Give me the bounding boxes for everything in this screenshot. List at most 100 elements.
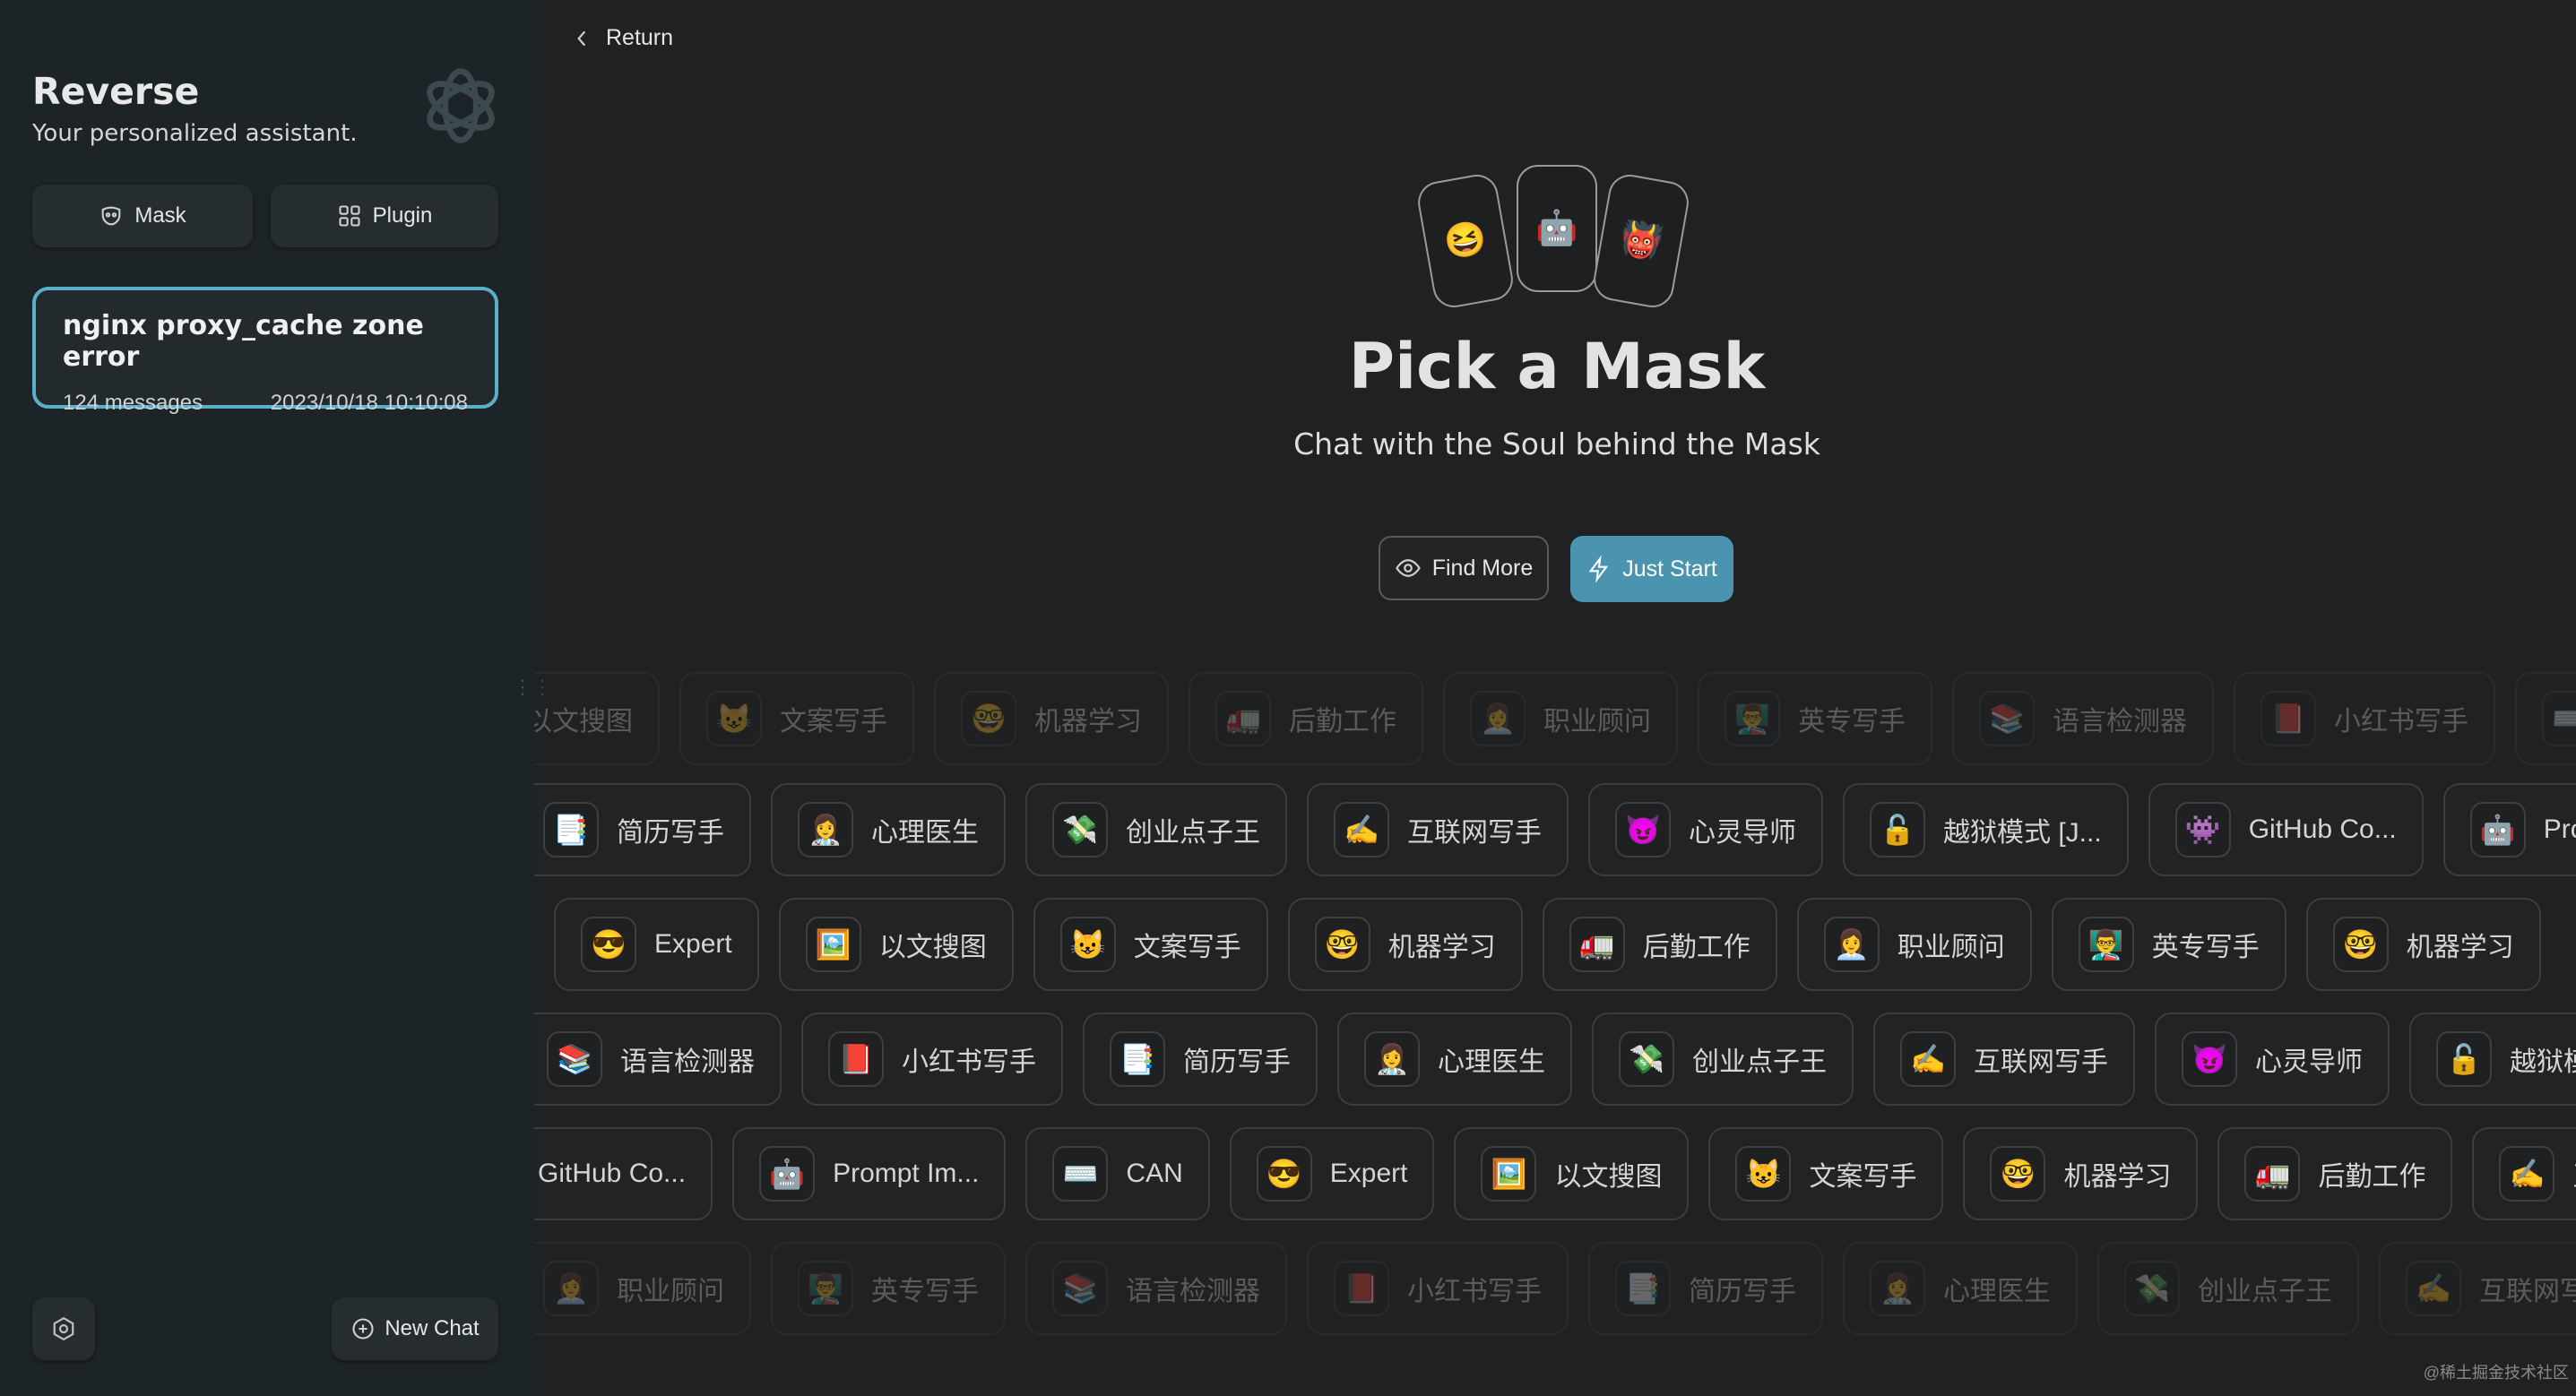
mask-chip[interactable]: 📕 小红书写手 [1307, 1242, 1569, 1335]
mask-chip[interactable]: 😺 文案写手 [1033, 898, 1268, 991]
mask-avatar-icon: 🖼️ [805, 917, 861, 972]
mask-chip-label: 简历写手 [1689, 1277, 1796, 1306]
mask-chip[interactable]: 😈 心灵导师 [2155, 1013, 2390, 1106]
find-more-label: Find More [1431, 555, 1534, 581]
mask-avatar-icon: 👩‍💼 [543, 1261, 599, 1316]
eye-icon [1395, 559, 1421, 577]
mask-chip[interactable]: 📑 简历写手 [1588, 1242, 1823, 1335]
plugin-button[interactable]: Plugin [271, 185, 498, 247]
mask-chip-label: 语言检测器 [1126, 1277, 1260, 1306]
mask-chip[interactable]: 📚 语言检测器 [1952, 672, 2214, 765]
gear-icon [53, 1316, 74, 1341]
chevron-left-icon [577, 30, 586, 46]
mask-chip[interactable]: 🤖 Prompt Im... [732, 1127, 1007, 1220]
mask-avatar-icon: 😈 [2182, 1031, 2237, 1087]
mask-chip[interactable]: 📑 简历写手 [534, 783, 751, 876]
mask-chip[interactable]: ✍️ 互 [2472, 1127, 2576, 1220]
mask-chip-label: 英专写手 [1798, 707, 1906, 737]
mask-chip[interactable]: 💸 创业点子王 [1592, 1013, 1854, 1106]
mask-chip[interactable]: ✍️ 互联网写手 [1873, 1013, 2135, 1106]
mask-chip[interactable]: ✍️ 互联网写手 [2379, 1242, 2576, 1335]
mask-row: 📑 简历写手 👩‍⚕️ 心理医生 💸 创业点子王 ✍️ 互联网写手 😈 心灵导师 🔓 越狱模式 [J.… [534, 783, 2576, 876]
mask-chip-label: Expert [1329, 1159, 1408, 1188]
mask-chip-label: 心理医生 [871, 818, 979, 848]
return-button[interactable]: Return [574, 25, 673, 51]
app-title: Reverse [32, 70, 200, 113]
mask-chip[interactable]: ✍️ 互联网写手 [1307, 783, 1569, 876]
mask-chip-label: 创业点子王 [1126, 818, 1260, 848]
mask-chip[interactable]: 😎 Expert [1229, 1127, 1435, 1220]
mask-chip-label: 以文搜图 [1554, 1162, 1663, 1192]
mask-chip[interactable]: 🤓 机器学习 [2305, 898, 2541, 991]
mask-chip[interactable]: 📑 简历写手 [1083, 1013, 1318, 1106]
mask-chip[interactable]: ⌨️ CAN [1025, 1127, 1210, 1220]
mask-avatar-icon: 📕 [2260, 691, 2316, 746]
mask-button[interactable]: Mask [32, 185, 253, 247]
settings-button[interactable] [32, 1297, 95, 1360]
mask-chip[interactable]: 👩‍⚕️ 心理医生 [1843, 1242, 2078, 1335]
mask-chip-label: GitHub Co... [2248, 814, 2397, 844]
mask-chip-label: Prompt Im... [833, 1159, 980, 1188]
mask-chip-label: 创业点子王 [2198, 1277, 2332, 1306]
new-chat-label: New Chat [385, 1316, 480, 1340]
mask-chip-label: 机器学习 [2063, 1162, 2172, 1192]
mask-chip[interactable]: 🔓 越狱模式 [J [2409, 1013, 2576, 1106]
mask-chip[interactable]: GitHub Co... [534, 1127, 713, 1220]
mask-chip[interactable]: 😈 心灵导师 [1588, 783, 1823, 876]
mask-chip[interactable]: 👩‍⚕️ 心理医生 [771, 783, 1006, 876]
mask-chip-label: 后勤工作 [2318, 1162, 2426, 1192]
mask-chip[interactable]: 🤓 机器学习 [1287, 898, 1523, 991]
mask-avatar-icon: ✍️ [2406, 1261, 2461, 1316]
mask-chip-label: 小红书写手 [1407, 1277, 1542, 1306]
mask-avatar-icon: ✍️ [1334, 802, 1389, 857]
mask-chip-label: 机器学习 [1034, 707, 1142, 737]
mask-chip[interactable]: 🚛 后勤工作 [1189, 672, 1423, 765]
mask-chip[interactable]: 💸 创业点子王 [1025, 783, 1287, 876]
mask-chip[interactable]: 👩‍⚕️ 心理医生 [1337, 1013, 1572, 1106]
mask-chip[interactable]: 👩‍💼 职业顾问 [1796, 898, 2032, 991]
mask-chip[interactable]: 📕 小红书写手 [801, 1013, 1063, 1106]
find-more-button[interactable]: Find More [1379, 536, 1549, 600]
mask-chip[interactable]: 😎 Expert [554, 898, 759, 991]
mask-chip[interactable]: 👨‍🏫 英专写手 [2051, 898, 2286, 991]
just-start-label: Just Start [1622, 556, 1717, 582]
mask-chip[interactable]: 📚 语言检测器 [534, 1013, 782, 1106]
new-chat-button[interactable]: New Chat [332, 1297, 498, 1360]
mask-chip[interactable]: 📚 语言检测器 [1025, 1242, 1287, 1335]
mask-row: 😎 Expert 🖼️ 以文搜图 😺 文案写手 🤓 机器学习 🚛 后勤工作 👩‍💼 职业顾问 👨‍🏫 英专… [534, 898, 2541, 991]
mask-chip[interactable]: 以文搜图 [534, 672, 660, 765]
page-subtitle: Chat with the Soul behind the Mask [1293, 427, 1820, 461]
mask-chip[interactable]: 🤖 Prom [2442, 783, 2576, 876]
mask-chip[interactable]: 🤓 机器学习 [934, 672, 1169, 765]
mask-list: 以文搜图 😺 文案写手 🤓 机器学习 🚛 后勤工作 👩‍💼 职业顾问 👨‍🏫 英专写手 📚 语言检测器 📕… [534, 672, 2576, 1396]
mask-chip-label: 小红书写手 [902, 1047, 1036, 1077]
mask-chip[interactable]: 🚛 后勤工作 [2217, 1127, 2453, 1220]
mask-chip-label: 职业顾问 [617, 1277, 724, 1306]
mask-chip[interactable]: 🖼️ 以文搜图 [778, 898, 1014, 991]
mask-chip[interactable]: 🔓 越狱模式 [J... [1843, 783, 2129, 876]
mask-chip[interactable]: 👨‍🏫 英专写手 [771, 1242, 1006, 1335]
mask-chip[interactable]: 👩‍💼 职业顾问 [1443, 672, 1678, 765]
mask-chip[interactable]: 😺 文案写手 [1708, 1127, 1944, 1220]
mask-chip[interactable]: 🚛 后勤工作 [1542, 898, 1777, 991]
mask-avatar-icon: ✍️ [2499, 1146, 2555, 1202]
mask-avatar-icon: 🤓 [961, 691, 1016, 746]
mask-chip[interactable]: 💸 创业点子王 [2097, 1242, 2359, 1335]
mask-chip[interactable]: 🖼️ 以文搜图 [1454, 1127, 1690, 1220]
mask-avatar-icon: 😎 [581, 917, 636, 972]
mask-chip[interactable]: 👩‍💼 职业顾问 [534, 1242, 751, 1335]
mask-chip[interactable]: 👨‍🏫 英专写手 [1698, 672, 1932, 765]
mask-avatar-icon: 💸 [1619, 1031, 1674, 1087]
just-start-button[interactable]: Just Start [1570, 536, 1733, 602]
mask-chip[interactable]: 👾 GitHub Co... [2148, 783, 2424, 876]
mask-chip[interactable]: 🤓 机器学习 [1963, 1127, 2199, 1220]
mask-avatar-icon: 📑 [1615, 1261, 1671, 1316]
mask-avatar-icon: 📑 [543, 802, 599, 857]
mask-chip[interactable]: 😺 文案写手 [679, 672, 914, 765]
grid-icon [339, 205, 360, 227]
mask-chip-label: 机器学习 [1387, 933, 1496, 962]
mask-chip-label: 心灵导师 [2255, 1047, 2363, 1077]
mask-chip[interactable]: 📕 小红书写手 [2234, 672, 2495, 765]
mask-chip-label: 以文搜图 [878, 933, 987, 962]
mask-chip[interactable]: ⌨️C [2515, 672, 2576, 765]
